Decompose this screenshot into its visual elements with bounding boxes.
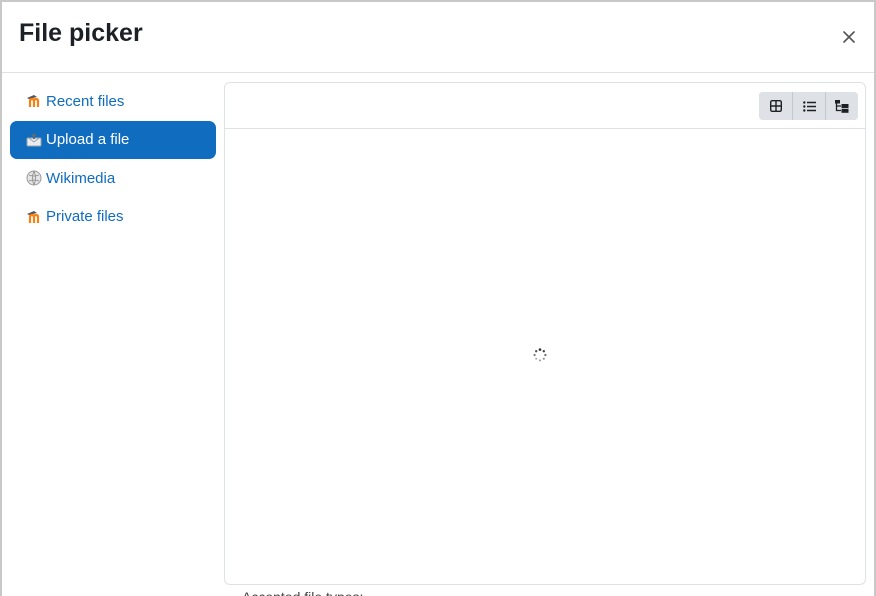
file-browser-panel xyxy=(224,82,866,585)
sidebar-item-recent-files[interactable]: Recent files xyxy=(10,82,216,120)
moodle-icon xyxy=(26,93,42,109)
close-icon xyxy=(843,31,855,43)
loading-spinner-icon xyxy=(533,348,547,362)
icon-view-button[interactable] xyxy=(759,92,792,120)
sidebar-item-label: Private files xyxy=(46,208,124,225)
moodle-icon xyxy=(26,209,42,225)
upload-icon xyxy=(26,132,42,148)
repository-sidebar: Recent files Upload a file Wikimedia Pri… xyxy=(10,82,216,236)
sidebar-item-label: Recent files xyxy=(46,92,125,110)
sidebar-item-label: Wikimedia xyxy=(46,169,116,187)
sidebar-item-label: Upload a file xyxy=(46,131,130,148)
wikimedia-icon xyxy=(26,170,42,186)
dialog-title: File picker xyxy=(19,19,143,47)
file-browser-toolbar xyxy=(225,83,865,129)
icon-view-icon xyxy=(769,100,782,112)
background-accepted-file-types: Accepted file types: xyxy=(242,588,363,596)
dialog-header: File picker xyxy=(2,2,874,73)
list-view-icon xyxy=(802,100,816,112)
sidebar-item-wikimedia[interactable]: Wikimedia xyxy=(10,159,216,197)
sidebar-item-upload-a-file[interactable]: Upload a file xyxy=(10,120,216,159)
view-switcher xyxy=(759,92,858,120)
file-picker-dialog: File picker Recent files Upload a file W… xyxy=(0,0,876,596)
sidebar-item-private-files[interactable]: Private files xyxy=(10,198,216,236)
close-button[interactable] xyxy=(840,28,858,46)
list-view-button[interactable] xyxy=(792,92,825,120)
tree-view-icon xyxy=(835,99,849,113)
tree-view-button[interactable] xyxy=(825,92,858,120)
